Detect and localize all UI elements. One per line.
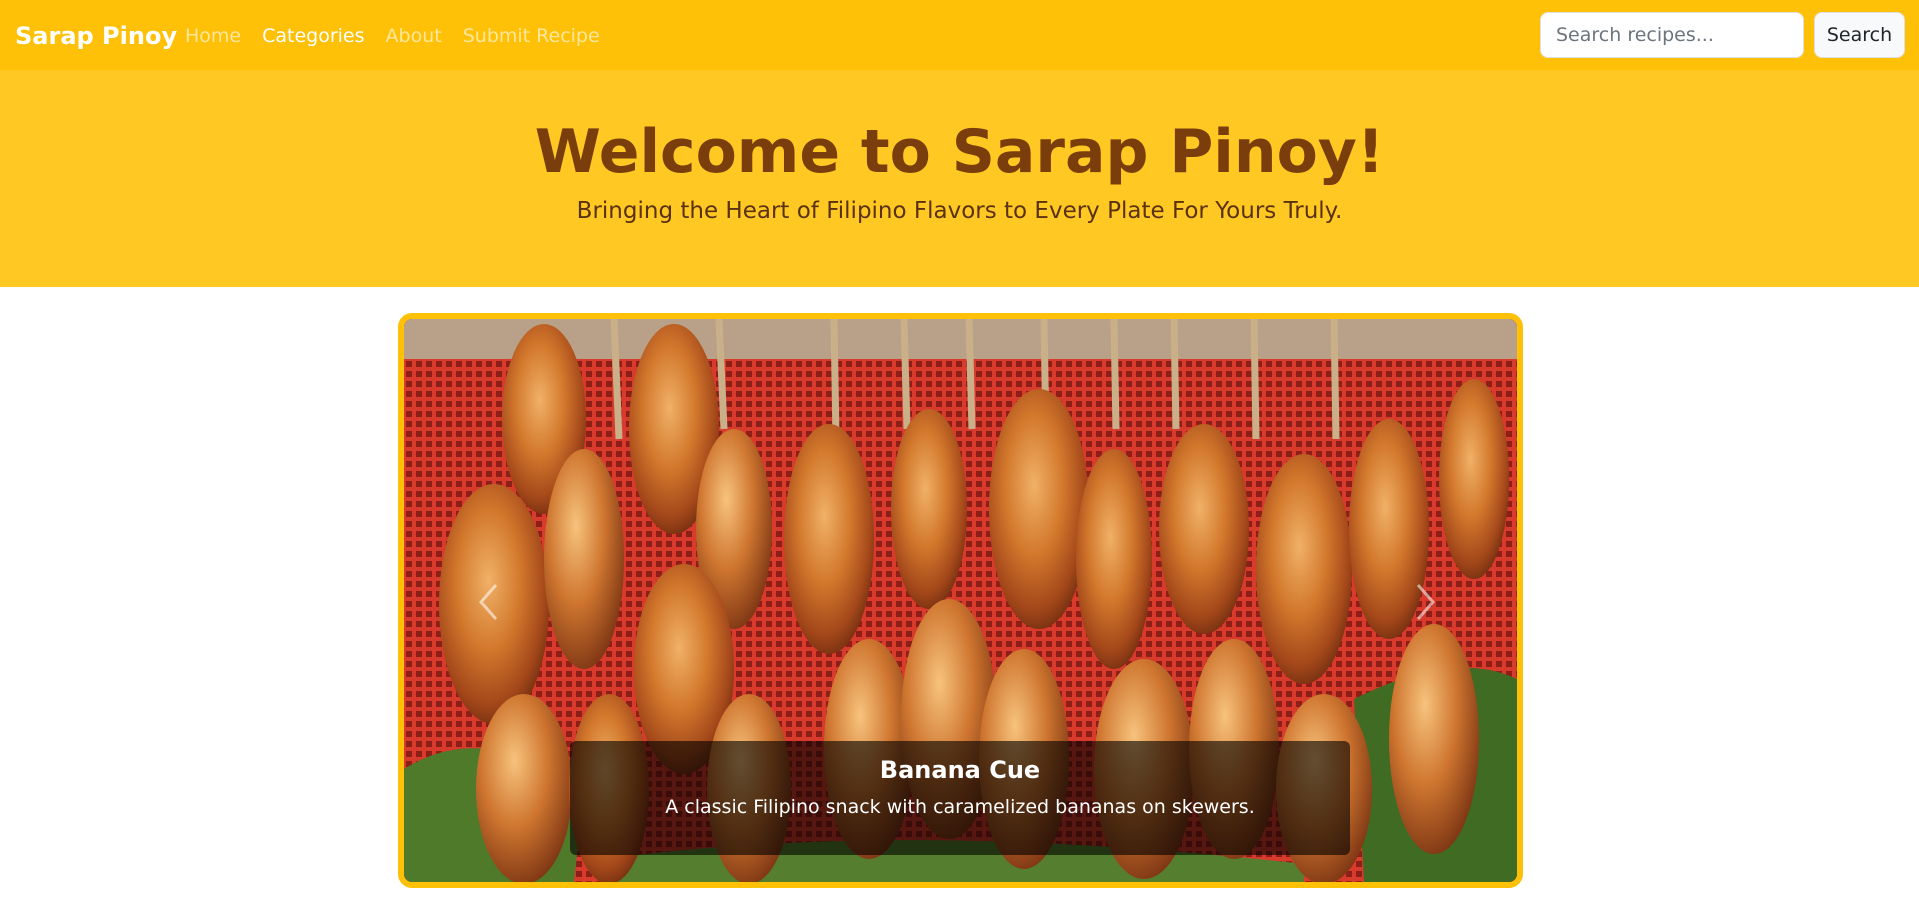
nav-link-categories[interactable]: Categories [262,20,364,52]
hero-title: Welcome to Sarap Pinoy! [534,117,1385,187]
recipe-carousel: Banana Cue A classic Filipino snack with… [398,313,1523,888]
carousel-next-button[interactable] [1406,577,1446,627]
nav-links: Home Categories About Submit Recipe [185,20,621,52]
hero-subtitle: Bringing the Heart of Filipino Flavors t… [576,198,1343,224]
search-button[interactable]: Search [1814,12,1905,58]
brand-logo[interactable]: Sarap Pinoy [15,18,177,54]
slide-description: A classic Filipino snack with caramelize… [665,796,1255,818]
slide-caption: Banana Cue A classic Filipino snack with… [570,741,1350,855]
nav-link-submit-recipe[interactable]: Submit Recipe [463,20,600,52]
hero-banner: Welcome to Sarap Pinoy! Bringing the Hea… [0,70,1919,287]
nav-link-home[interactable]: Home [185,20,241,52]
navbar: Sarap Pinoy Home Categories About Submit… [0,0,1919,70]
search-input[interactable] [1540,12,1804,58]
slide-title: Banana Cue [879,756,1041,784]
chevron-right-icon [1416,584,1436,620]
carousel-prev-button[interactable] [468,577,508,627]
nav-link-about[interactable]: About [386,20,442,52]
chevron-left-icon [478,584,498,620]
